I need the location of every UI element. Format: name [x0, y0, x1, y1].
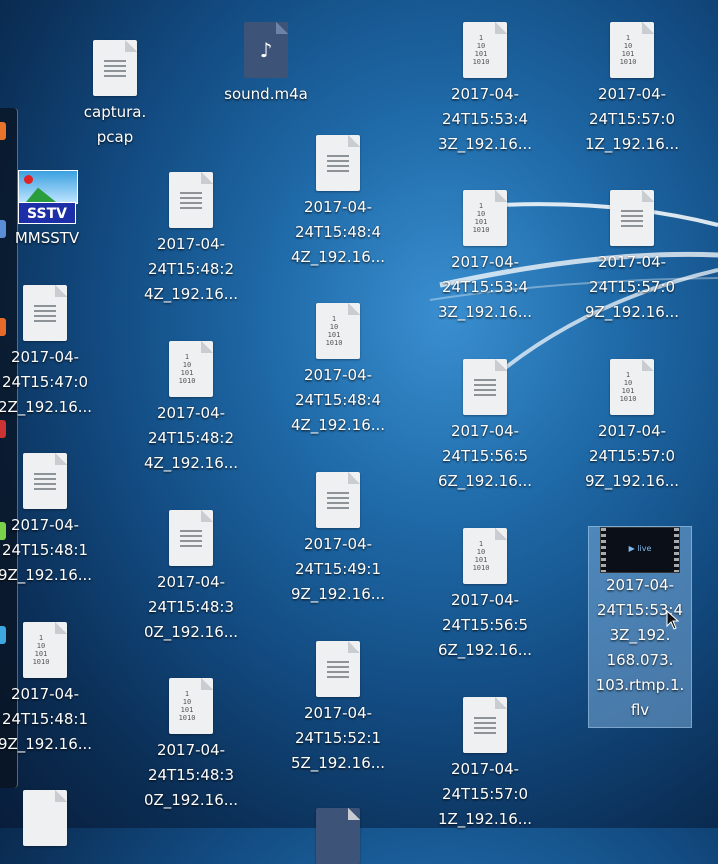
desktop-file-video-flv-selected[interactable]: ▶ live 2017-04- 24T15:53:4 3Z_192. 168.0… [588, 526, 692, 728]
desktop-file[interactable] [283, 808, 393, 864]
file-label: MMSSTV [14, 229, 80, 247]
file-label: 2017-04- 24T15:48:1 9Z_192.16... [0, 685, 93, 753]
desktop-app-mmsstv[interactable]: SSTV MMSSTV [0, 170, 102, 251]
file-label: 2017-04- 24T15:48:2 4Z_192.16... [143, 235, 239, 303]
desktop-file[interactable]: 1 10 101 1010 2017-04- 24T15:56:5 6Z_192… [430, 528, 540, 663]
desktop-file[interactable]: 2017-04- 24T15:52:1 5Z_192.16... [283, 641, 393, 776]
document-icon [463, 697, 507, 753]
binary-file-icon: 1 10 101 1010 [610, 359, 654, 415]
desktop-file[interactable]: 1 10 101 1010 2017-04- 24T15:53:4 3Z_192… [430, 190, 540, 325]
dock-app-icon[interactable] [0, 122, 6, 140]
document-icon [316, 808, 360, 864]
file-label: 2017-04- 24T15:49:1 9Z_192.16... [290, 535, 386, 603]
file-label: 2017-04- 24T15:52:1 5Z_192.16... [290, 704, 386, 772]
file-label: 2017-04- 24T15:48:4 4Z_192.16... [290, 198, 386, 266]
desktop-file[interactable]: 1 10 101 1010 2017-04- 24T15:53:4 3Z_192… [430, 22, 540, 157]
file-label: 2017-04- 24T15:57:0 9Z_192.16... [584, 253, 680, 321]
file-label: 2017-04- 24T15:48:4 4Z_192.16... [290, 366, 386, 434]
file-label: captura. pcap [83, 103, 147, 146]
desktop-file[interactable]: 1 10 101 1010 2017-04- 24T15:48:1 9Z_192… [0, 622, 100, 757]
desktop-file[interactable]: 2017-04- 24T15:48:3 0Z_192.16... [136, 510, 246, 645]
file-label: 2017-04- 24T15:47:0 2Z_192.16... [0, 348, 93, 416]
desktop-file-captura-pcap[interactable]: captura. pcap [60, 40, 170, 150]
binary-file-icon: 1 10 101 1010 [610, 22, 654, 78]
audio-file-icon: ♪ [244, 22, 288, 78]
desktop[interactable]: { "desktop": { "icons": [ {"id":"captura… [0, 0, 718, 864]
binary-file-icon: 1 10 101 1010 [169, 341, 213, 397]
file-label: 2017-04- 24T15:48:3 0Z_192.16... [143, 741, 239, 809]
desktop-file[interactable]: 1 10 101 1010 2017-04- 24T15:57:0 1Z_192… [577, 22, 687, 157]
desktop-file[interactable]: 2017-04- 24T15:57:0 1Z_192.16... [430, 697, 540, 832]
desktop-file[interactable]: 2017-04- 24T15:57:0 9Z_192.16... [577, 190, 687, 325]
file-label: 2017-04- 24T15:56:5 6Z_192.16... [437, 422, 533, 490]
document-icon [316, 472, 360, 528]
dock-app-icon[interactable] [0, 420, 6, 438]
desktop-file[interactable]: 1 10 101 1010 2017-04- 24T15:48:2 4Z_192… [136, 341, 246, 476]
sstv-app-icon: SSTV [18, 170, 78, 226]
desktop-file[interactable]: 2017-04- 24T15:48:1 9Z_192.16... [0, 453, 100, 588]
document-icon [316, 641, 360, 697]
desktop-file[interactable]: 2017-04- 24T15:56:5 6Z_192.16... [430, 359, 540, 494]
binary-file-icon: 1 10 101 1010 [463, 528, 507, 584]
file-label: 2017-04- 24T15:57:0 9Z_192.16... [584, 422, 680, 490]
file-label: sound.m4a [224, 85, 308, 103]
desktop-file[interactable]: 2017-04- 24T15:48:4 4Z_192.16... [283, 135, 393, 270]
file-label: 2017-04- 24T15:57:0 1Z_192.16... [584, 85, 680, 153]
binary-file-icon: 1 10 101 1010 [463, 190, 507, 246]
document-icon [93, 40, 137, 96]
document-icon [610, 190, 654, 246]
file-label: 2017-04- 24T15:48:1 9Z_192.16... [0, 516, 93, 584]
file-label: 2017-04- 24T15:53:4 3Z_192.16... [437, 253, 533, 321]
file-label: 2017-04- 24T15:48:3 0Z_192.16... [143, 573, 239, 641]
document-icon [23, 285, 67, 341]
document-icon [463, 359, 507, 415]
document-icon [316, 135, 360, 191]
document-icon [169, 172, 213, 228]
file-label: 2017-04- 24T15:53:4 3Z_192.16... [437, 85, 533, 153]
binary-file-icon: 1 10 101 1010 [316, 303, 360, 359]
desktop-file[interactable]: 2017-04- 24T15:49:1 9Z_192.16... [283, 472, 393, 607]
file-label: 2017-04- 24T15:53:4 3Z_192. 168.073. 103… [595, 576, 685, 719]
code-file-icon [23, 790, 67, 846]
desktop-file[interactable] [0, 790, 100, 846]
binary-file-icon: 1 10 101 1010 [169, 678, 213, 734]
desktop-file[interactable]: 2017-04- 24T15:48:2 4Z_192.16... [136, 172, 246, 307]
file-label: 2017-04- 24T15:56:5 6Z_192.16... [437, 591, 533, 659]
desktop-file[interactable]: 2017-04- 24T15:47:0 2Z_192.16... [0, 285, 100, 420]
desktop-file-sound-m4a[interactable]: ♪ sound.m4a [211, 22, 321, 107]
file-label: 2017-04- 24T15:48:2 4Z_192.16... [143, 404, 239, 472]
file-label: 2017-04- 24T15:57:0 1Z_192.16... [437, 760, 533, 828]
document-icon [23, 453, 67, 509]
desktop-file[interactable]: 1 10 101 1010 2017-04- 24T15:48:3 0Z_192… [136, 678, 246, 813]
binary-file-icon: 1 10 101 1010 [463, 22, 507, 78]
document-icon [169, 510, 213, 566]
desktop-file[interactable]: 1 10 101 1010 2017-04- 24T15:57:0 9Z_192… [577, 359, 687, 494]
desktop-file[interactable]: 1 10 101 1010 2017-04- 24T15:48:4 4Z_192… [283, 303, 393, 438]
video-thumbnail-icon: ▶ live [600, 527, 680, 573]
binary-file-icon: 1 10 101 1010 [23, 622, 67, 678]
